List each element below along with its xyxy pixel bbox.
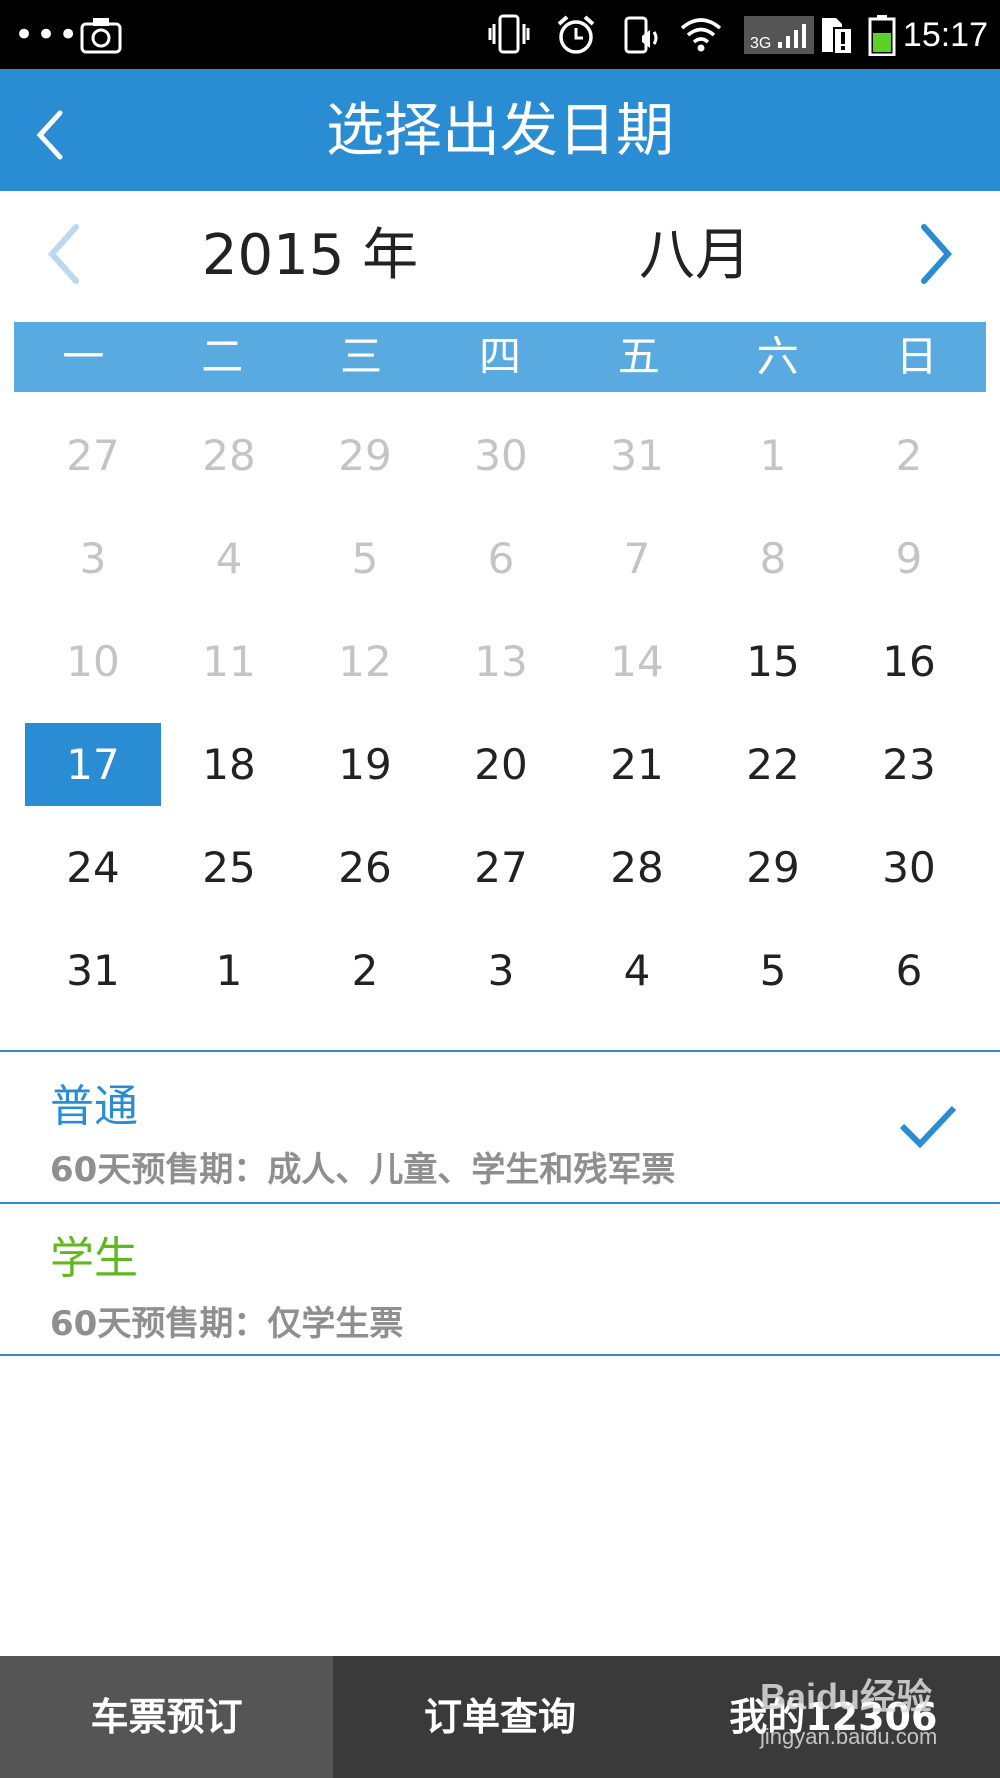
prev-month-button[interactable]: [42, 221, 88, 287]
page-title: 选择出发日期: [325, 96, 674, 164]
calendar-day[interactable]: 23: [841, 723, 977, 806]
calendar-day: 31: [610, 431, 664, 480]
weekday-mon: 一: [62, 332, 105, 381]
calendar-day-selected[interactable]: 17: [25, 723, 161, 806]
status-bar: ••• 3G 15:17: [0, 0, 1000, 69]
alarm-icon: [555, 14, 597, 60]
bottom-nav: 车票预订 订单查询 我的12306: [0, 1656, 1000, 1778]
wifi-icon: [680, 14, 722, 58]
ticket-type-name: 学生: [50, 1233, 138, 1284]
screenshot-icon: [80, 16, 122, 58]
call-icon: [622, 14, 662, 60]
ticket-type-desc: 60天预售期：仅学生票: [50, 1304, 404, 1344]
ticket-type-regular[interactable]: 普通 60天预售期：成人、儿童、学生和残军票: [0, 1052, 1000, 1202]
calendar-day[interactable]: 1: [161, 929, 297, 1012]
calendar-day[interactable]: 24: [25, 826, 161, 909]
calendar-day: 5: [351, 534, 379, 583]
calendar-grid: 27 28 29 30 31 1 2 3 4 5 6 7 8 9 10 11 12 13 14 15 16 17 18 19 2…: [25, 414, 979, 1032]
calendar-day[interactable]: 26: [297, 826, 433, 909]
calendar-day: 13: [474, 637, 528, 686]
chevron-right-icon: [921, 224, 953, 284]
calendar-day[interactable]: 19: [297, 723, 433, 806]
calendar-day: 6: [487, 534, 515, 583]
calendar-day[interactable]: 30: [841, 826, 977, 909]
calendar-day[interactable]: 2: [297, 929, 433, 1012]
calendar-day: 29: [338, 431, 392, 480]
app-header: 选择出发日期: [0, 69, 1000, 191]
calendar-day[interactable]: 25: [161, 826, 297, 909]
calendar-day[interactable]: 21: [569, 723, 705, 806]
calendar-day[interactable]: 28: [569, 826, 705, 909]
calendar-day[interactable]: 27: [433, 826, 569, 909]
month-label: 八月: [639, 223, 751, 288]
notification-dots: •••: [14, 15, 81, 55]
calendar-day[interactable]: 31: [25, 929, 161, 1012]
calendar-day: 30: [474, 431, 528, 480]
calendar-day[interactable]: 18: [161, 723, 297, 806]
calendar-day[interactable]: 22: [705, 723, 841, 806]
calendar-day: 3: [79, 534, 107, 583]
year-label: 2015 年: [201, 223, 419, 288]
calendar-day[interactable]: 20: [433, 723, 569, 806]
network-type: 3G: [750, 35, 771, 52]
status-time: 15:17: [902, 16, 988, 54]
calendar-day: 12: [338, 637, 392, 686]
tab-order-query[interactable]: 订单查询: [333, 1656, 666, 1778]
calendar-day: 4: [215, 534, 243, 583]
calendar-day[interactable]: 6: [841, 929, 977, 1012]
next-month-button[interactable]: [912, 221, 958, 287]
tab-my-12306[interactable]: 我的12306: [667, 1656, 1000, 1778]
calendar-day: 28: [202, 431, 256, 480]
calendar-day: 7: [623, 534, 651, 583]
weekday-thu: 四: [479, 332, 522, 381]
calendar-day: 27: [66, 431, 120, 480]
calendar-day[interactable]: 3: [433, 929, 569, 1012]
calendar-day: 2: [895, 431, 923, 480]
chevron-left-icon: [47, 224, 79, 284]
ticket-type-name: 普通: [50, 1081, 138, 1132]
weekday-sun: 日: [895, 332, 938, 381]
calendar-day[interactable]: 15: [705, 620, 841, 703]
weekday-tue: 二: [201, 332, 244, 381]
tab-ticket-booking[interactable]: 车票预订: [0, 1656, 334, 1778]
checkmark-icon: [898, 1104, 958, 1152]
calendar-day[interactable]: 16: [841, 620, 977, 703]
battery-icon: [868, 14, 896, 60]
calendar-day: 1: [759, 431, 787, 480]
calendar-day[interactable]: 4: [569, 929, 705, 1012]
calendar-day: 10: [66, 637, 120, 686]
calendar-day[interactable]: 5: [705, 929, 841, 1012]
signal-3g-icon: 3G: [744, 14, 814, 60]
month-navigator: 2015 年 八月: [0, 191, 1000, 321]
calendar-day: 8: [759, 534, 787, 583]
divider: [0, 1354, 1000, 1356]
ticket-type-student[interactable]: 学生 60天预售期：仅学生票: [0, 1204, 1000, 1354]
vibrate-icon: [488, 14, 530, 58]
weekday-sat: 六: [756, 332, 799, 381]
calendar-day[interactable]: 29: [705, 826, 841, 909]
weekday-header: 一 二 三 四 五 六 日: [14, 322, 986, 392]
sim-icon: [820, 14, 854, 60]
ticket-type-desc: 60天预售期：成人、儿童、学生和残军票: [50, 1150, 676, 1190]
calendar-day: 9: [895, 534, 923, 583]
weekday-fri: 五: [617, 332, 660, 381]
calendar-day: 14: [610, 637, 664, 686]
weekday-wed: 三: [340, 332, 383, 381]
calendar-day: 11: [202, 637, 256, 686]
